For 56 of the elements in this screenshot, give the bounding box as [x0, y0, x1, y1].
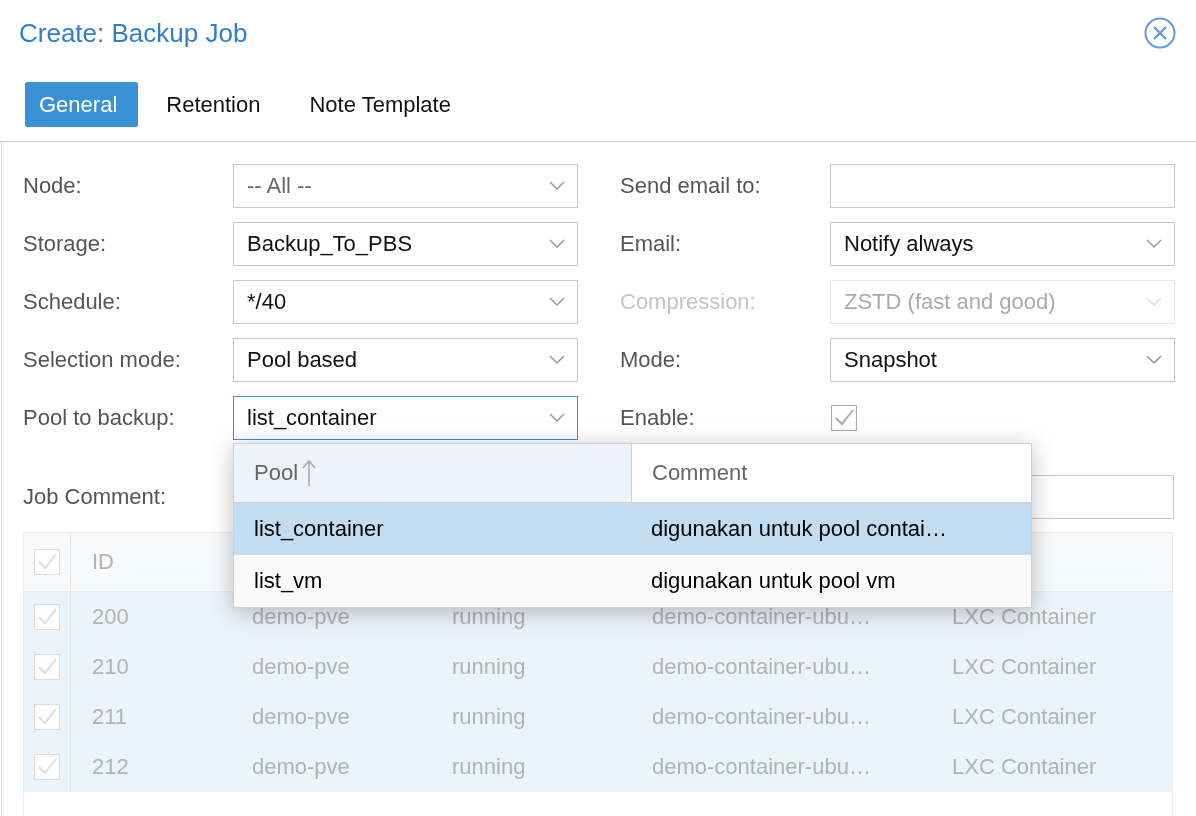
table-cell-text: LXC Container — [951, 753, 1098, 781]
chevron-down-icon — [1146, 297, 1162, 307]
table-cell-text: 210 — [91, 653, 130, 681]
input-field[interactable] — [830, 164, 1175, 208]
dropdown-field[interactable]: Pool based — [233, 338, 578, 382]
field-label: Node: — [23, 173, 83, 199]
sort-arrow-icon — [302, 459, 317, 487]
table-cell-text: running — [451, 653, 527, 681]
field-label: Storage: — [23, 231, 108, 257]
table-cell-text: list_container — [253, 515, 385, 543]
dropdown-field[interactable]: Notify always — [830, 222, 1175, 266]
field-label: Compression: — [620, 289, 757, 315]
column-header[interactable]: Comment — [631, 444, 1031, 502]
field-label: Email: — [620, 231, 683, 257]
table-cell-text: LXC Container — [951, 703, 1098, 731]
table-cell-text: demo-container-ubu… — [651, 653, 872, 681]
table-cell-text: demo-pve — [251, 753, 351, 781]
field-label: Schedule: — [23, 289, 122, 315]
field-label: Enable: — [620, 405, 696, 431]
table-cell-text: demo-container-ubu… — [651, 703, 872, 731]
dropdown-field[interactable]: -- All -- — [233, 164, 578, 208]
dropdown-field[interactable]: list_container — [233, 396, 578, 440]
checkbox[interactable] — [831, 405, 857, 431]
chevron-down-icon — [549, 413, 565, 423]
table-cell-text: 211 — [91, 703, 129, 731]
chevron-down-icon — [549, 297, 565, 307]
table-cell-text: demo-pve — [251, 653, 351, 681]
field-label: Job Comment: — [23, 484, 168, 510]
tab[interactable]: Note Template — [295, 82, 472, 127]
dropdown-field[interactable]: Snapshot — [830, 338, 1175, 382]
window-title: Create: Backup Job — [19, 17, 248, 49]
table-cell-text: running — [451, 753, 527, 781]
field-label: Mode: — [620, 347, 683, 373]
chevron-down-icon — [1146, 239, 1162, 249]
column-header[interactable]: Pool — [234, 444, 631, 502]
table-cell-text: 212 — [91, 753, 130, 781]
field-label: Selection mode: — [23, 347, 182, 373]
close-icon[interactable] — [1144, 17, 1176, 49]
table-cell-text: list_vm — [253, 567, 324, 595]
chevron-down-icon — [549, 181, 565, 191]
tab[interactable]: Retention — [152, 82, 282, 127]
chevron-down-icon — [549, 239, 565, 249]
table-cell-text: digunakan untuk pool contai… — [650, 515, 948, 543]
chevron-down-icon — [549, 355, 565, 365]
chevron-down-icon — [1146, 355, 1162, 365]
dropdown-field[interactable]: */40 — [233, 280, 578, 324]
dropdown-field[interactable]: Backup_To_PBS — [233, 222, 578, 266]
field-label: Send email to: — [620, 173, 762, 199]
table-cell-text: digunakan untuk pool vm — [650, 567, 897, 595]
table-cell-text: running — [451, 703, 527, 731]
table-cell-text: demo-pve — [251, 703, 351, 731]
list-row[interactable]: list_container digunakan untuk pool contai… — [234, 503, 1031, 555]
table-cell-text: demo-container-ubu… — [651, 753, 872, 781]
table-cell-text: 200 — [91, 603, 130, 631]
field-label: Pool to backup: — [23, 405, 176, 431]
table-cell-text: LXC Container — [951, 653, 1098, 681]
